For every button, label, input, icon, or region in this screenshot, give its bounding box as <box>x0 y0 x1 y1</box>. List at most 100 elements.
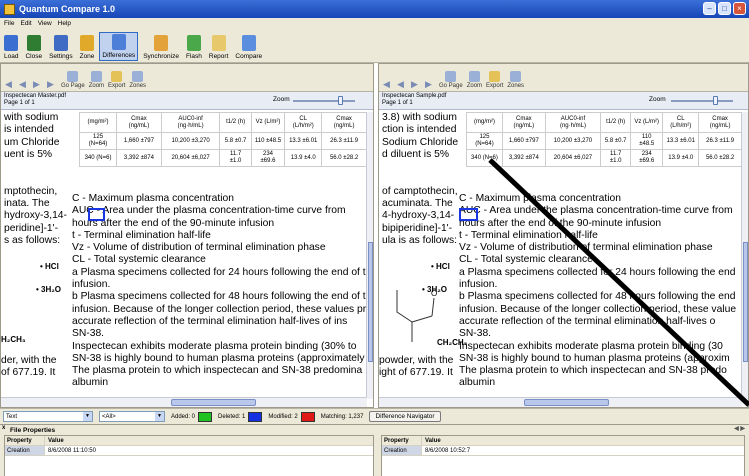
difference-status-bar: Text ▼ <All> ▼ Added: 0 Deleted: 1 Modifie… <box>0 408 749 424</box>
last-page-icon[interactable]: ▶ <box>47 79 57 89</box>
text-line: SN-38. <box>459 328 492 340</box>
right-vscroll-thumb[interactable] <box>743 242 748 362</box>
first-page-icon[interactable]: ◀ <box>383 79 393 89</box>
text-line: of 677.19. It <box>1 367 56 379</box>
differences-button[interactable]: Differences <box>99 32 139 61</box>
zones-button[interactable]: Zones <box>129 71 146 89</box>
left-hscroll-thumb[interactable] <box>171 399 256 406</box>
last-page-icon[interactable]: ▶ <box>425 79 435 89</box>
zoom-button[interactable]: Zoom <box>467 71 482 89</box>
flash-icon <box>186 35 201 51</box>
toolbar-label: Zone <box>79 53 95 60</box>
table-cell: 10,200 ±3,270 <box>160 132 221 150</box>
deleted-difference-marker[interactable] <box>459 208 478 221</box>
maximize-button[interactable]: □ <box>718 2 731 15</box>
left-horizontal-scrollbar[interactable] <box>1 397 367 407</box>
go-page-label: Go Page <box>61 83 85 89</box>
toolbar-label: Close <box>25 53 43 60</box>
menu-view[interactable]: View <box>38 20 52 27</box>
value-column-header[interactable]: Value <box>422 438 441 444</box>
text-line: The plasma protein to which inspectecan … <box>72 365 363 377</box>
sample-document-pane: ◀ ◀ ▶ ▶ Go Page Zoom Export Zones Inspec… <box>378 63 749 408</box>
report-icon <box>211 35 226 51</box>
difference-navigator-button[interactable]: Difference Navigator <box>369 411 441 422</box>
property-column-header[interactable]: Property <box>5 436 45 445</box>
zones-button[interactable]: Zones <box>507 71 524 89</box>
next-page-icon[interactable]: ▶ <box>411 79 421 89</box>
text-line: SN-38 is highly bound to human plasma pr… <box>72 352 365 364</box>
export-button[interactable]: Export <box>486 71 503 89</box>
left-vertical-scrollbar[interactable] <box>366 112 373 399</box>
menu-help[interactable]: Help <box>58 20 71 27</box>
table-header-cell: t1/2 (h) <box>219 112 252 133</box>
properties-row[interactable]: Creation 8/6/2008 11:10:50 <box>5 446 373 456</box>
zoom-icon <box>90 71 102 82</box>
view-mode-select[interactable]: Text ▼ <box>3 411 93 422</box>
text-line: Vz - Volume of distribution of terminal … <box>459 242 713 254</box>
zone-button[interactable]: Zone <box>78 34 97 61</box>
text-line: is intended <box>4 124 54 136</box>
app-icon <box>4 3 15 15</box>
settings-button[interactable]: Settings <box>47 34 75 61</box>
prev-page-icon[interactable]: ◀ <box>397 79 407 89</box>
right-zoom-slider[interactable] <box>671 100 733 102</box>
left-vscroll-thumb[interactable] <box>368 242 373 362</box>
left-pane-toolbar: ◀ ◀ ▶ ▶ Go Page Zoom Export Zones <box>1 64 373 92</box>
text-line: hours after the end of the 90-minute inf… <box>459 217 662 229</box>
text-line: CL - Total systemic clearance <box>459 254 593 266</box>
value-column-header[interactable]: Value <box>45 438 64 444</box>
go-page-button[interactable]: Go Page <box>439 71 463 89</box>
text-line: AUC - Area under the plasma concentratio… <box>459 205 733 217</box>
left-zoom-thumb[interactable] <box>338 96 343 105</box>
menu-bar: File Edit View Help <box>0 18 749 28</box>
toolbar-label: Compare <box>235 53 263 60</box>
table-cell: 125 (N=64) <box>78 132 118 150</box>
deleted-count: Deleted: 1 <box>218 413 246 420</box>
properties-row[interactable]: Creation 8/6/2008 10:52:7 <box>382 446 744 456</box>
left-file-info: Inspectecan Master.pdf Page 1 of 1 Zoom <box>1 92 373 110</box>
menu-file[interactable]: File <box>4 20 14 27</box>
left-body-text: C - Maximum plasma concentration AUC - Ar… <box>72 193 367 390</box>
close-panel-icon[interactable]: x <box>2 425 5 431</box>
window-title: Quantum Compare 1.0 <box>19 4 116 14</box>
panel-nav-icon[interactable]: ◀ ▶ <box>734 425 745 432</box>
table-cell: 13.3 ±6.01 <box>662 132 700 150</box>
right-hscroll-thumb[interactable] <box>524 399 609 406</box>
prev-page-icon[interactable]: ◀ <box>19 79 29 89</box>
synchronize-button[interactable]: Synchronize <box>141 34 181 61</box>
deleted-difference-marker[interactable] <box>88 208 105 221</box>
next-page-icon[interactable]: ▶ <box>33 79 43 89</box>
chevron-down-icon: ▼ <box>155 412 164 421</box>
right-zoom-thumb[interactable] <box>713 96 718 105</box>
first-page-icon[interactable]: ◀ <box>5 79 15 89</box>
compare-icon <box>241 35 256 51</box>
minimize-button[interactable]: – <box>703 2 716 15</box>
left-zoom-slider[interactable] <box>293 100 355 102</box>
load-button[interactable]: Load <box>2 34 20 61</box>
compare-button[interactable]: Compare <box>233 34 264 61</box>
zoom-button[interactable]: Zoom <box>89 71 104 89</box>
right-horizontal-scrollbar[interactable] <box>379 397 742 407</box>
table-cell: 1,660 ±797 <box>116 132 162 150</box>
close-window-button[interactable]: × <box>733 2 746 15</box>
report-button[interactable]: Report <box>207 34 231 61</box>
table-header-cell: (mg/m²) <box>466 112 503 133</box>
right-margin-text: 3.8) with sodium ction is intended Sodium … <box>382 112 458 247</box>
text-line: powder, with the <box>379 355 454 366</box>
text-line: a Plasma specimens collected for 24 hour… <box>459 266 736 278</box>
export-button[interactable]: Export <box>108 71 125 89</box>
right-lower-text: powder, with the ight of 677.19. It <box>379 355 453 380</box>
text-line: t - Terminal elimination half-life <box>72 229 211 241</box>
flash-button[interactable]: Flash <box>184 34 204 61</box>
right-vertical-scrollbar[interactable] <box>741 112 748 399</box>
text-line: CL - Total systemic clearance <box>72 254 206 266</box>
property-column-header[interactable]: Property <box>382 436 422 445</box>
close-button[interactable]: Close <box>23 34 44 61</box>
text-line: bipiperidine]-1'- <box>382 222 453 234</box>
export-label: Export <box>108 83 126 89</box>
difference-filter-select[interactable]: <All> ▼ <box>99 411 165 422</box>
text-line: accurate reflection of the terminal elim… <box>72 315 348 327</box>
go-page-button[interactable]: Go Page <box>61 71 85 89</box>
menu-edit[interactable]: Edit <box>20 20 31 27</box>
properties-header-row: Property Value <box>5 436 373 446</box>
